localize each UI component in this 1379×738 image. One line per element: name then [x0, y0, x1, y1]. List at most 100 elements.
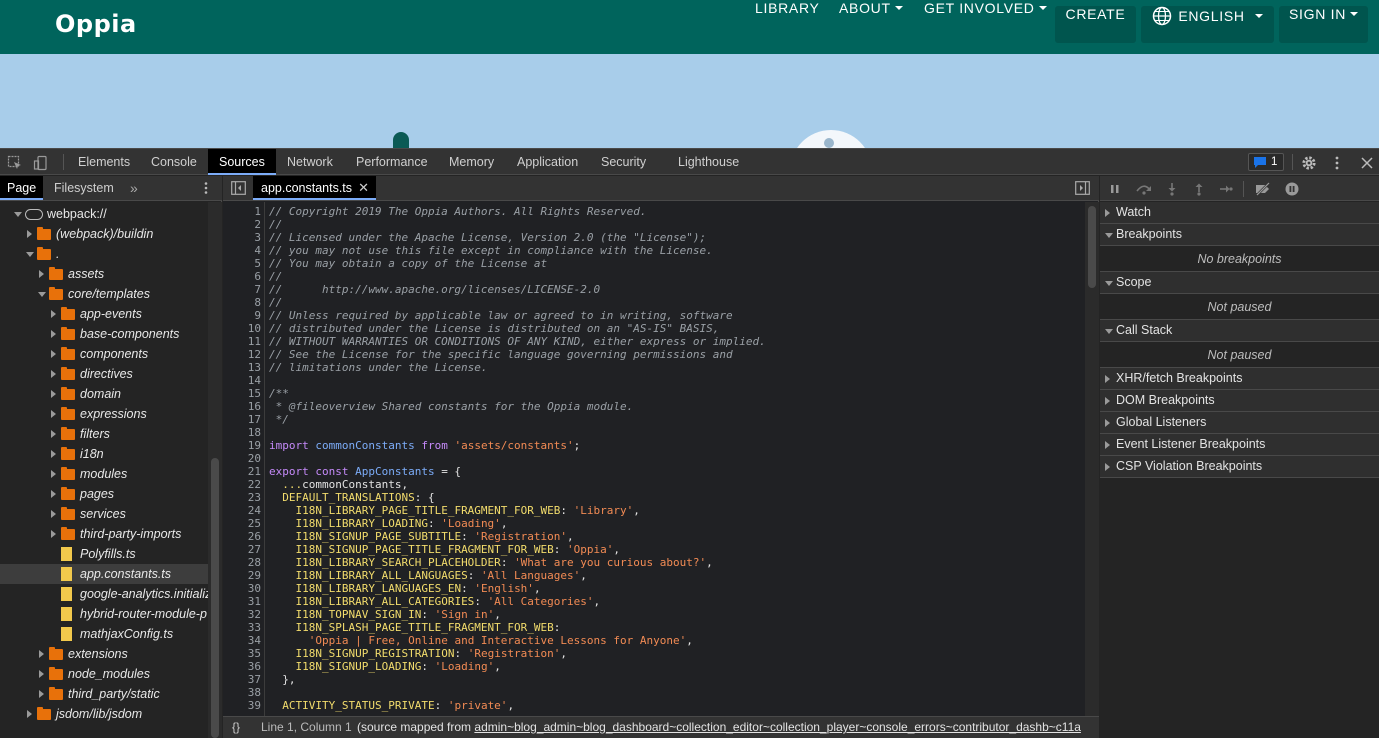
line-number[interactable]: 35 [223, 647, 261, 660]
code-line[interactable]: 21 export const AppConstants = { [223, 465, 1085, 478]
step-into-icon[interactable] [1165, 182, 1179, 196]
tree-item[interactable]: jsdom/lib/jsdom [0, 704, 208, 724]
expand-arrow-right-icon[interactable] [51, 310, 56, 318]
line-number[interactable]: 36 [223, 660, 261, 673]
expand-arrow-right-icon[interactable] [39, 650, 44, 658]
code-line[interactable]: 32 I18N_TOPNAV_SIGN_IN: 'Sign in', [223, 608, 1085, 621]
code-line[interactable]: 20 [223, 452, 1085, 465]
tree-item[interactable]: mathjaxConfig.ts [0, 624, 208, 644]
expand-arrow-right-icon[interactable] [51, 370, 56, 378]
pane-header-breakpoints[interactable]: Breakpoints [1100, 224, 1379, 246]
expand-arrow-right-icon[interactable] [51, 530, 56, 538]
line-number[interactable]: 34 [223, 634, 261, 647]
tree-item[interactable]: . [0, 244, 208, 264]
tree-item[interactable]: services [0, 504, 208, 524]
line-number[interactable]: 11 [223, 335, 261, 348]
code-line[interactable]: 30 I18N_LIBRARY_LANGUAGES_EN: 'English', [223, 582, 1085, 595]
code-line[interactable]: 29 I18N_LIBRARY_ALL_LANGUAGES: 'All Lang… [223, 569, 1085, 582]
tree-item[interactable]: app.constants.ts [0, 564, 208, 584]
source-mapped-link[interactable]: admin~blog_admin~blog_dashboard~collecti… [474, 720, 1081, 734]
pane-header-event-listener-breakpoints[interactable]: Event Listener Breakpoints [1100, 434, 1379, 456]
line-number[interactable]: 18 [223, 426, 261, 439]
expand-arrow-right-icon[interactable] [51, 510, 56, 518]
tree-item[interactable]: core/templates [0, 284, 208, 304]
tree-item[interactable]: i18n [0, 444, 208, 464]
code-line[interactable]: 27 I18N_SIGNUP_PAGE_TITLE_FRAGMENT_FOR_W… [223, 543, 1085, 556]
line-number[interactable]: 15 [223, 387, 261, 400]
line-number[interactable]: 2 [223, 218, 261, 231]
nav-about[interactable]: ABOUT [839, 0, 903, 50]
pause-on-exceptions-icon[interactable] [1285, 182, 1299, 196]
code-line[interactable]: 11 // WITHOUT WARRANTIES OR CONDITIONS OF… [223, 335, 1085, 348]
line-number[interactable]: 13 [223, 361, 261, 374]
code-line[interactable]: 26 I18N_SIGNUP_PAGE_SUBTITLE: 'Registrat… [223, 530, 1085, 543]
expand-arrow-right-icon[interactable] [27, 710, 32, 718]
code-line[interactable]: 24 I18N_LIBRARY_PAGE_TITLE_FRAGMENT_FOR_… [223, 504, 1085, 517]
code-line[interactable]: 34 'Oppia | Free, Online and Interactive… [223, 634, 1085, 647]
pane-header-scope[interactable]: Scope [1100, 272, 1379, 294]
tree-item[interactable]: pages [0, 484, 208, 504]
tree-item[interactable]: third_party/static [0, 684, 208, 704]
tab-memory[interactable]: Memory [449, 149, 494, 175]
deactivate-breakpoints-icon[interactable] [1254, 182, 1272, 196]
tree-item[interactable]: webpack:// [0, 204, 208, 224]
code-line[interactable]: 5 // You may obtain a copy of the License… [223, 257, 1085, 270]
line-number[interactable]: 32 [223, 608, 261, 621]
pane-header-watch[interactable]: Watch [1100, 202, 1379, 224]
tree-item[interactable]: node_modules [0, 664, 208, 684]
tab-elements[interactable]: Elements [78, 149, 130, 175]
line-number[interactable]: 33 [223, 621, 261, 634]
tree-item[interactable]: third-party-imports [0, 524, 208, 544]
code-line[interactable]: 2 // [223, 218, 1085, 231]
close-tab-icon[interactable]: ✕ [358, 176, 369, 200]
tab-filesystem[interactable]: Filesystem [54, 176, 114, 200]
tab-sources[interactable]: Sources [208, 149, 276, 175]
pane-header-csp-violation-breakpoints[interactable]: CSP Violation Breakpoints [1100, 456, 1379, 478]
line-number[interactable]: 28 [223, 556, 261, 569]
line-number[interactable]: 3 [223, 231, 261, 244]
more-tabs-icon[interactable]: » [130, 176, 138, 200]
expand-arrow-right-icon[interactable] [51, 410, 56, 418]
pause-icon[interactable] [1108, 182, 1122, 196]
code-line[interactable]: 36 I18N_SIGNUP_LOADING: 'Loading', [223, 660, 1085, 673]
line-number[interactable]: 29 [223, 569, 261, 582]
line-number[interactable]: 37 [223, 673, 261, 686]
code-line[interactable]: 6 // [223, 270, 1085, 283]
scrollbar-thumb[interactable] [1088, 206, 1096, 288]
step-icon[interactable] [1219, 182, 1233, 196]
line-number[interactable]: 12 [223, 348, 261, 361]
expand-arrow-down-icon[interactable] [38, 292, 46, 297]
tab-performance[interactable]: Performance [356, 149, 428, 175]
tree-item[interactable]: modules [0, 464, 208, 484]
tab-network[interactable]: Network [287, 149, 333, 175]
code-line[interactable]: 12 // See the License for the specific la… [223, 348, 1085, 361]
line-number[interactable]: 17 [223, 413, 261, 426]
line-number[interactable]: 23 [223, 491, 261, 504]
tree-item[interactable]: app-events [0, 304, 208, 324]
code-line[interactable]: 28 I18N_LIBRARY_SEARCH_PLACEHOLDER: 'Wha… [223, 556, 1085, 569]
tree-item[interactable]: Polyfills.ts [0, 544, 208, 564]
line-number[interactable]: 19 [223, 439, 261, 452]
tree-item[interactable]: directives [0, 364, 208, 384]
step-over-icon[interactable] [1135, 182, 1153, 196]
expand-arrow-down-icon[interactable] [26, 252, 34, 257]
tree-item[interactable]: hybrid-router-module-p [0, 604, 208, 624]
inspect-element-icon[interactable] [7, 155, 23, 171]
toggle-debugger-icon[interactable] [1075, 181, 1090, 195]
line-number[interactable]: 22 [223, 478, 261, 491]
code-line[interactable]: 9 // Unless required by applicable law or… [223, 309, 1085, 322]
code-line[interactable]: 23 DEFAULT_TRANSLATIONS: { [223, 491, 1085, 504]
step-out-icon[interactable] [1192, 182, 1206, 196]
expand-arrow-right-icon[interactable] [51, 350, 56, 358]
code-line[interactable]: 14 [223, 374, 1085, 387]
line-number[interactable]: 10 [223, 322, 261, 335]
toggle-navigator-icon[interactable] [231, 181, 246, 195]
code-line[interactable]: 31 I18N_LIBRARY_ALL_CATEGORIES: 'All Cat… [223, 595, 1085, 608]
expand-arrow-right-icon[interactable] [51, 470, 56, 478]
tree-item[interactable]: components [0, 344, 208, 364]
line-number[interactable]: 16 [223, 400, 261, 413]
tab-application[interactable]: Application [517, 149, 578, 175]
code-line[interactable]: 16 * @fileoverview Shared constants for … [223, 400, 1085, 413]
code-line[interactable]: 13 // limitations under the License. [223, 361, 1085, 374]
line-number[interactable]: 27 [223, 543, 261, 556]
